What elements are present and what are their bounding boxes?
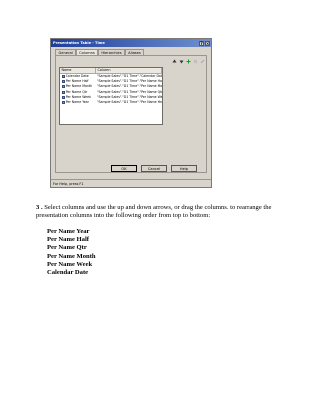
grid-body: Calendar Date "Sample Sales"."D1 Time"."… — [60, 74, 162, 105]
status-bar: For Help, press F1 — [51, 179, 211, 187]
column-icon — [61, 75, 65, 79]
row-column: "Sample Sales"."D1 Time"."Per Name Year" — [97, 99, 162, 104]
close-icon[interactable]: × — [205, 40, 210, 46]
column-order-list: Per Name Year Per Name Half Per Name Qtr… — [47, 228, 96, 277]
column-icon — [61, 90, 65, 94]
column-toolbar — [172, 59, 205, 64]
step-number: 3 . — [36, 204, 43, 211]
presentation-table-dialog: Presentation Table - Time ? × General Co… — [50, 38, 212, 188]
column-column-header[interactable]: Column — [96, 68, 162, 73]
help-button[interactable]: Help — [171, 165, 197, 172]
list-item: Per Name Qtr — [47, 244, 87, 252]
list-item: Per Name Year — [47, 228, 90, 235]
dialog-titlebar: Presentation Table - Time ? × — [51, 39, 211, 47]
step-text: Select columns and use the up and down a… — [36, 204, 272, 219]
dialog-title: Presentation Table - Time — [53, 41, 105, 45]
edit-icon[interactable] — [200, 59, 205, 64]
column-icon — [61, 85, 65, 89]
help-title-button[interactable]: ? — [199, 40, 204, 46]
row-name: Per Name Year — [65, 99, 89, 104]
move-up-icon[interactable] — [172, 59, 177, 64]
add-icon[interactable] — [186, 59, 191, 64]
column-icon — [61, 101, 65, 105]
dialog-buttons: OK Cancel Help — [111, 165, 197, 172]
move-down-icon[interactable] — [179, 59, 184, 64]
ok-button[interactable]: OK — [111, 165, 137, 172]
table-row[interactable]: Per Name Year "Sample Sales"."D1 Time"."… — [60, 100, 162, 105]
list-item: Per Name Half — [47, 236, 89, 244]
name-column-header[interactable]: Name — [60, 68, 96, 73]
columns-grid[interactable]: Name Column Calendar Date "Sample Sales"… — [59, 67, 163, 125]
delete-icon[interactable] — [193, 59, 198, 64]
column-icon — [61, 80, 65, 84]
list-item: Per Name Week — [47, 260, 93, 268]
instruction-step: 3 . Select columns and use the up and do… — [36, 204, 296, 220]
list-item: Per Name Month — [47, 252, 96, 260]
column-icon — [61, 95, 65, 99]
list-item: Calendar Date — [47, 268, 89, 276]
cancel-button[interactable]: Cancel — [141, 165, 167, 172]
